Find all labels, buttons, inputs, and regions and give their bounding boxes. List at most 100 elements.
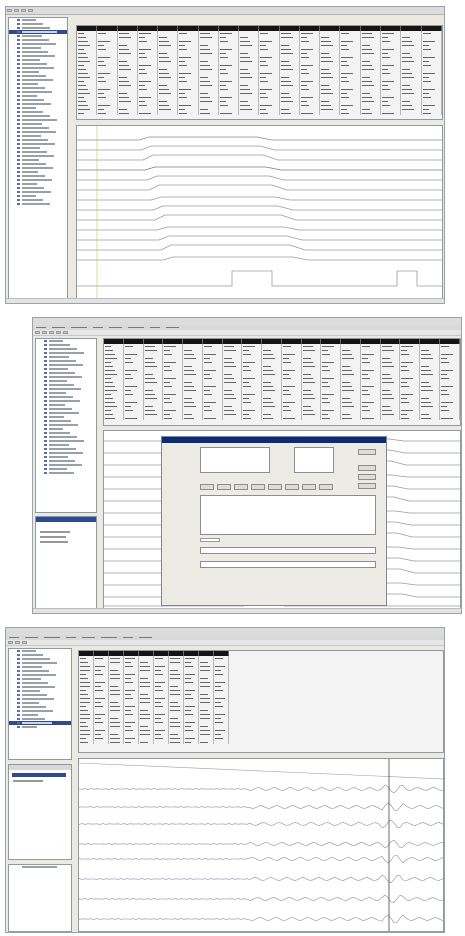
dialog-button-1[interactable] (358, 449, 376, 455)
data-grid-1[interactable] (76, 25, 443, 120)
menu-item-placeholder (101, 637, 117, 638)
tree-item[interactable] (9, 202, 67, 206)
cell-value-placeholder (243, 410, 256, 411)
toolbar-button[interactable] (42, 331, 47, 334)
cell-value-placeholder (80, 734, 90, 735)
cell-value-placeholder (381, 374, 390, 375)
data-grid-2[interactable] (103, 338, 461, 426)
channel-tree-2[interactable] (35, 338, 97, 513)
cell-value-placeholder (124, 358, 131, 359)
trace-plot (79, 759, 443, 931)
cell-value-placeholder (421, 358, 434, 359)
table-cell (258, 111, 280, 115)
table-row[interactable] (104, 416, 460, 420)
cell-value-placeholder (215, 690, 223, 691)
cell-value-placeholder (282, 406, 289, 407)
menu-item-placeholder (52, 327, 65, 328)
cell-value-placeholder (200, 698, 210, 699)
cell-value-placeholder (164, 410, 177, 411)
cell-value-placeholder (441, 362, 450, 363)
channel-icon (44, 368, 47, 370)
cell-value-placeholder (260, 97, 269, 98)
info-panel-3 (8, 764, 72, 860)
cell-value-placeholder (170, 734, 178, 735)
tree-item-label-placeholder (49, 420, 71, 422)
channel-tree-3[interactable] (8, 648, 72, 760)
cell-value-placeholder (124, 394, 133, 395)
option-list[interactable] (294, 447, 334, 473)
cell-value-placeholder (421, 406, 434, 407)
cell-value-placeholder (361, 109, 370, 110)
cell-value-placeholder (280, 81, 291, 82)
toolbar-button[interactable] (8, 641, 13, 644)
cell-value-placeholder (381, 73, 390, 74)
cell-value-placeholder (342, 398, 351, 399)
cell-value-placeholder (184, 402, 195, 403)
cell-value-placeholder (322, 418, 331, 419)
cell-value-placeholder (200, 694, 208, 695)
toolbar-button[interactable] (35, 331, 40, 334)
cell-value-placeholder (98, 61, 105, 62)
marker-button[interactable] (285, 484, 299, 490)
cell-value-placeholder (140, 718, 150, 719)
cell-value-placeholder (203, 386, 216, 387)
cell-value-placeholder (170, 686, 178, 687)
toolbar-button[interactable] (7, 9, 12, 12)
cell-value-placeholder (361, 37, 374, 38)
dialog-button-2[interactable] (358, 465, 376, 471)
marker-button[interactable] (268, 484, 282, 490)
cell-value-placeholder (223, 378, 234, 379)
cell-value-placeholder (280, 93, 289, 94)
cell-value-placeholder (302, 406, 311, 407)
type-list[interactable] (200, 447, 270, 473)
cell-value-placeholder (280, 65, 291, 66)
cell-value-placeholder (185, 714, 193, 715)
cell-value-placeholder (422, 65, 431, 66)
channel-list-3b[interactable] (8, 864, 72, 932)
menu-item-placeholder (66, 637, 76, 638)
tree-item[interactable] (9, 725, 71, 729)
author-field[interactable] (200, 547, 376, 554)
toolbar-button[interactable] (49, 331, 54, 334)
toolbar-button[interactable] (21, 9, 26, 12)
toolbar-button[interactable] (28, 9, 33, 12)
cell-value-placeholder (441, 358, 448, 359)
cell-value-placeholder (300, 65, 313, 66)
tree-item-label-placeholder (22, 91, 52, 93)
cell-value-placeholder (199, 53, 212, 54)
dialog-button-4[interactable] (358, 483, 376, 489)
marker-button[interactable] (251, 484, 265, 490)
cell-value-placeholder (215, 738, 223, 739)
marker-button[interactable] (217, 484, 231, 490)
marker-button[interactable] (319, 484, 333, 490)
cell-value-placeholder (138, 97, 151, 98)
data-grid-3[interactable] (78, 650, 444, 753)
cell-value-placeholder (138, 85, 145, 86)
cell-value-placeholder (381, 81, 394, 82)
cell-value-placeholder (140, 742, 148, 743)
toolbar-button[interactable] (63, 331, 68, 334)
channel-tree-1[interactable] (8, 17, 68, 302)
cell-value-placeholder (441, 374, 448, 375)
toolbar-button[interactable] (22, 641, 27, 644)
trace-graph-1[interactable] (76, 125, 443, 303)
cell-value-placeholder (125, 726, 131, 727)
table-row[interactable] (79, 740, 229, 744)
notes-field[interactable] (200, 561, 376, 568)
marker-button[interactable] (200, 484, 214, 490)
marker-button[interactable] (302, 484, 316, 490)
toolbar-button[interactable] (56, 331, 61, 334)
channel-icon (44, 464, 47, 466)
dialog-button-3[interactable] (358, 474, 376, 480)
toolbar-button[interactable] (15, 641, 20, 644)
menu-item-placeholder (36, 327, 46, 328)
table-row[interactable] (77, 111, 442, 115)
trace-graph-3[interactable] (78, 758, 444, 932)
toolbar-button[interactable] (14, 9, 19, 12)
tree-item-label-placeholder (49, 364, 83, 366)
cell-value-placeholder (321, 77, 334, 78)
comment-textarea[interactable] (200, 495, 376, 535)
cell-value-placeholder (322, 410, 335, 411)
marker-button[interactable] (234, 484, 248, 490)
tree-item[interactable] (36, 471, 96, 475)
